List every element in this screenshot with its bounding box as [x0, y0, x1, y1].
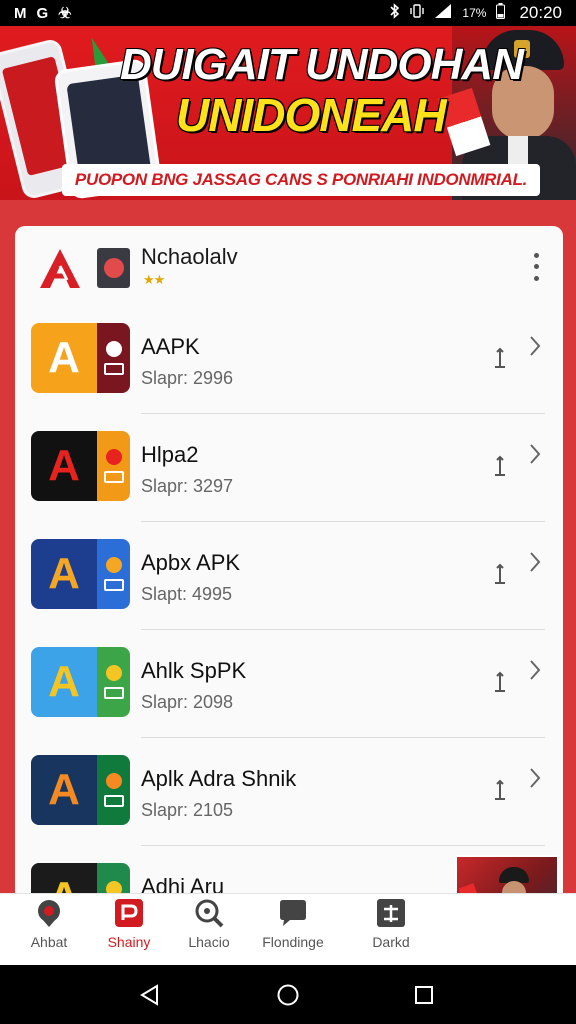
app-size: Slapt: 4995 [141, 584, 233, 604]
app-icon-side [97, 323, 130, 393]
app-icon-badge [103, 579, 124, 591]
app-icon-main: A [31, 539, 97, 609]
app-icon-badge [103, 795, 124, 807]
plus-box-icon [377, 899, 405, 927]
nav-item-shainy[interactable]: Shainy [84, 894, 174, 966]
app-icon-letter: A [48, 657, 80, 706]
chevron-right-icon[interactable] [527, 766, 543, 790]
vibrate-icon [410, 3, 425, 23]
location-icon [38, 900, 60, 927]
chat-icon [280, 900, 306, 926]
nav-item-ahbat[interactable]: Ahbat [4, 894, 94, 966]
notification-icon-1: M [14, 4, 27, 22]
nav-label: Shainy [107, 934, 151, 950]
rating-stars: ★★ [143, 272, 165, 287]
app-icon: A [31, 323, 130, 393]
nav-label: Ahbat [30, 934, 68, 950]
download-icon[interactable] [493, 562, 507, 586]
chevron-right-icon[interactable] [527, 442, 543, 466]
banner-title-secondary: UNIDONEAH [176, 89, 447, 141]
nav-label: Flondinge [262, 934, 324, 950]
battery-level: 17% [462, 6, 487, 20]
app-list-item[interactable]: A AAPK Slapr: 2996 [15, 306, 563, 414]
search-icon [195, 899, 224, 928]
app-icon: A [31, 755, 130, 825]
chevron-right-icon[interactable] [527, 334, 543, 358]
app-name: AAPK [141, 334, 200, 359]
home-icon[interactable] [276, 983, 300, 1007]
app-icon-badge [103, 471, 124, 483]
nav-label: Lhacio [188, 934, 230, 950]
nav-label: Darkd [372, 934, 410, 950]
app-icon-badge [105, 557, 122, 573]
app-icon-badge [103, 687, 124, 699]
app-icon-letter: A [48, 765, 80, 814]
notification-icon-2: G [36, 4, 49, 22]
app-icon-side [97, 431, 130, 501]
download-icon[interactable] [493, 670, 507, 694]
download-icon[interactable] [493, 346, 507, 370]
app-icon-badge [105, 341, 122, 357]
header-title: Nchaolalv [141, 244, 238, 269]
signal-icon [434, 3, 452, 23]
app-list-card: Nchaolalv ★★ A AAPK Slapr: 2996 A Hlpa2 Slapr… [15, 226, 563, 926]
banner-subtitle: PUOPON BNG JASSAG CANS S PONRIAHI INDONM… [74, 170, 528, 189]
bottom-navigation: Ahbat Shainy Lhacio Flondinge Darkd [0, 893, 576, 965]
system-navigation-bar [0, 965, 576, 1024]
app-size: Slapr: 2105 [141, 800, 234, 820]
notification-icon-3: ☣ [58, 5, 72, 22]
banner-title: DUIGAIT UNDOHAN [120, 40, 524, 89]
download-icon[interactable] [493, 454, 507, 478]
app-icon-side [97, 539, 130, 609]
card-header: Nchaolalv ★★ [15, 226, 563, 306]
banner-subtitle-strip: PUOPON BNG JASSAG CANS S PONRIAHI INDONM… [62, 164, 540, 196]
app-icon-letter: A [48, 441, 80, 490]
app-name: Hlpa2 [141, 442, 199, 467]
back-icon[interactable] [138, 983, 162, 1007]
app-name: Ahlk SpPK [141, 658, 247, 683]
app-size: Slapr: 2098 [141, 692, 234, 712]
app-name: Apbx APK [141, 550, 241, 575]
download-icon[interactable] [493, 778, 507, 802]
more-options-icon[interactable] [525, 250, 547, 284]
app-thumbnail [97, 248, 130, 288]
app-icon-main: A [31, 647, 97, 717]
battery-icon [496, 3, 506, 23]
chevron-right-icon[interactable] [527, 658, 543, 682]
app-icon: A [31, 431, 130, 501]
app-icon-badge [105, 773, 122, 789]
app-icon: A [31, 539, 130, 609]
app-icon-main: A [31, 323, 97, 393]
shop-icon [115, 899, 143, 927]
status-time: 20:20 [519, 3, 562, 22]
bluetooth-icon [390, 3, 400, 23]
recents-icon[interactable] [412, 983, 436, 1007]
app-icon-side [97, 647, 130, 717]
status-bar: M G ☣ 17% 20:20 [0, 0, 576, 26]
nav-item-flondinge[interactable]: Flondinge [248, 894, 338, 966]
status-left-icons: M G ☣ [14, 4, 72, 23]
app-icon-letter: A [48, 549, 80, 598]
app-list-item[interactable]: A Hlpa2 Slapr: 3297 [15, 414, 563, 522]
nav-item-lhacio[interactable]: Lhacio [164, 894, 254, 966]
app-icon-main: A [31, 755, 97, 825]
app-list-item[interactable]: A Apbx APK Slapt: 4995 [15, 522, 563, 630]
app-icon-badge [103, 363, 124, 375]
app-icon: A [31, 647, 130, 717]
status-right-icons: 17% 20:20 [390, 3, 562, 23]
app-icon-badge [105, 665, 122, 681]
app-list-item[interactable]: A Ahlk SpPK Slapr: 2098 [15, 630, 563, 738]
nav-item-darkd[interactable]: Darkd [346, 894, 436, 966]
promo-banner[interactable]: DUIGAIT UNDOHAN UNIDONEAH PUOPON BNG JAS… [0, 26, 576, 200]
chevron-right-icon[interactable] [527, 550, 543, 574]
app-list-item[interactable]: A Aplk Adra Shnik Slapr: 2105 [15, 738, 563, 846]
app-size: Slapr: 3297 [141, 476, 234, 496]
app-icon-side [97, 755, 130, 825]
app-icon-main: A [31, 431, 97, 501]
app-icon-badge [105, 449, 122, 465]
brand-logo-icon [37, 246, 83, 292]
app-name: Aplk Adra Shnik [141, 766, 297, 791]
app-icon-letter: A [48, 333, 80, 382]
app-size: Slapr: 2996 [141, 368, 234, 388]
